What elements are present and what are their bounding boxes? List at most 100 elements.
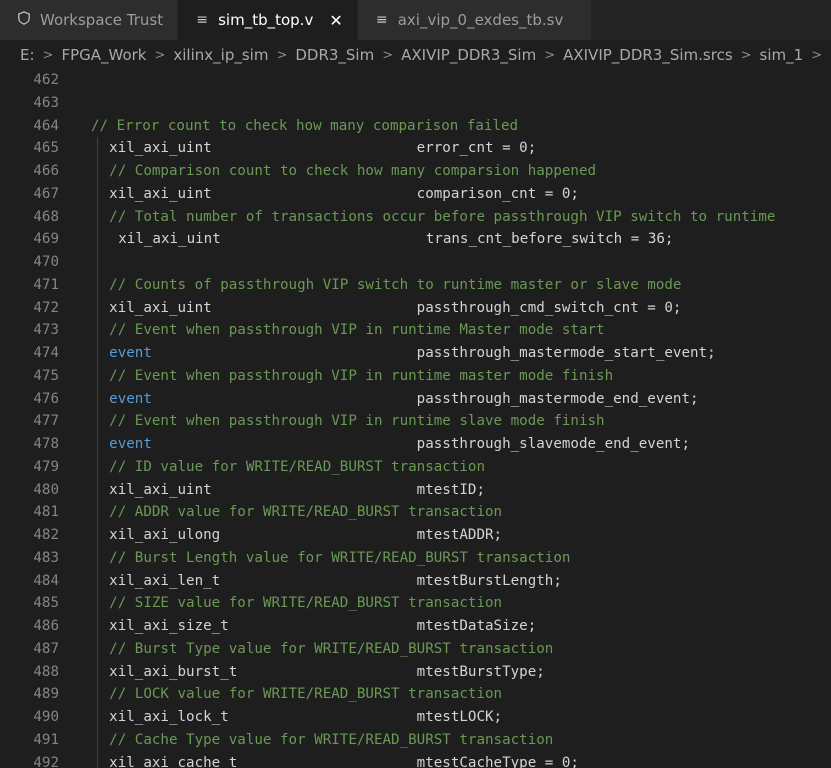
indent-guide [97,319,98,342]
line-number: 479 [33,458,59,475]
code-line[interactable]: 464 // Error count to check how many comp… [0,115,831,138]
breadcrumb-item[interactable]: E: [20,46,35,64]
code-line[interactable]: 481 // ADDR value for WRITE/READ_BURST tr… [0,501,831,524]
code-line[interactable]: 480 xil_axi_uint mtestID; [0,478,831,502]
line-number: 480 [33,481,59,498]
chevron-right-icon: > [811,47,823,63]
line-number: 465 [33,140,59,157]
chevron-right-icon: > [740,47,752,63]
line-number: 483 [33,549,59,566]
code-line[interactable]: 490 xil_axi_lock_t mtestLOCK; [0,706,831,729]
indent-guide [97,706,98,729]
line-number: 474 [33,345,59,361]
code-line[interactable]: 465 xil_axi_uint error_cnt = 0; [0,137,831,160]
code-line[interactable]: 471 // Counts of passthrough VIP switch t… [0,273,831,297]
line-number: 488 [33,663,59,680]
chevron-right-icon: > [544,47,556,63]
code-text: // Event when passthrough VIP in runtime… [109,367,614,384]
breadcrumb-item[interactable]: AXIVIP_DDR3_Sim [401,46,536,64]
code-line[interactable]: 475 // Event when passthrough VIP in runt… [0,364,831,388]
lines-file-icon: ≡ [375,12,388,28]
chevron-right-icon: > [276,47,288,63]
breadcrumb-item[interactable]: DDR3_Sim [295,46,374,64]
code-text: // ID value for WRITE/READ_BURST transac… [109,458,485,475]
code-line[interactable]: 477 // Event when passthrough VIP in runt… [0,410,831,433]
code-text: // Error count to check how many compari… [91,117,519,134]
line-number: 463 [33,94,59,111]
code-line[interactable]: 466 // Comparison count to check how many… [0,160,831,183]
code-line[interactable]: 468 // Total number of transactions occur… [0,205,831,229]
code-line[interactable]: 478 event passthrough_slavemode_end_event… [0,433,831,456]
code-rest: passthrough_slavemode_end_event; [151,436,690,452]
code-text: event passthrough_slavemode_end_event; [109,433,690,456]
indent-guide [97,387,98,411]
close-icon[interactable]: ✕ [329,11,342,30]
indent-guide [97,410,98,433]
code-line[interactable]: 483 // Burst Length value for WRITE/READ_… [0,546,831,570]
breadcrumb-item[interactable]: xilinx_ip_sim [173,46,268,64]
line-number: 477 [33,413,59,430]
line-number: 475 [33,367,59,384]
code-line[interactable]: 479 // ID value for WRITE/READ_BURST tran… [0,455,831,479]
tab-sim-tb-top[interactable]: ≡ sim_tb_top.v ✕ [178,0,358,40]
line-number: 489 [33,686,59,703]
code-text: // ADDR value for WRITE/READ_BURST trans… [109,504,503,521]
code-rest: passthrough_mastermode_start_event; [151,345,716,361]
code-text: xil_axi_uint trans_cnt_before_switch = 3… [118,231,674,248]
tab-label: axi_vip_0_exdes_tb.sv [397,11,564,29]
code-text: // Event when passthrough VIP in runtime… [109,322,605,339]
shield-icon [16,11,32,29]
tab-axi-vip-exdes-tb[interactable]: ≡ axi_vip_0_exdes_tb.sv [357,0,593,40]
code-line[interactable]: 485 // SIZE value for WRITE/READ_BURST tr… [0,592,831,615]
line-number: 469 [33,231,59,248]
line-number: 467 [33,185,59,202]
line-number: 471 [33,276,59,293]
breadcrumb-item[interactable]: AXIVIP_DDR3_Sim.srcs [563,46,733,64]
code-text: // Burst Type value for WRITE/READ_BURST… [109,640,554,657]
code-line[interactable]: 492 xil_axi_cache_t mtestCacheType = 0; [0,751,831,768]
indent-guide [97,182,98,206]
code-text: xil_axi_uint error_cnt = 0; [109,140,537,157]
line-number: 462 [33,72,59,88]
line-number: 478 [33,436,59,452]
code-line[interactable]: 470 [0,251,831,274]
code-text: xil_axi_cache_t mtestCacheType = 0; [109,754,579,768]
breadcrumb-item[interactable]: FPGA_Work [61,46,146,64]
line-number: 466 [33,163,59,179]
code-line[interactable]: 469 xil_axi_uint trans_cnt_before_switch … [0,228,831,251]
tab-label: Workspace Trust [40,11,164,29]
code-line[interactable]: 467 xil_axi_uint comparison_cnt = 0; [0,182,831,206]
code-text: // SIZE value for WRITE/READ_BURST trans… [109,595,503,612]
tab-workspace-trust[interactable]: Workspace Trust [0,0,179,40]
keyword: event [109,436,152,452]
indent-guide [97,342,98,365]
code-line[interactable]: 486 xil_axi_size_t mtestDataSize; [0,615,831,638]
code-text: xil_axi_lock_t mtestLOCK; [109,709,503,725]
code-line[interactable]: 463 [0,92,831,115]
code-line[interactable]: 488 xil_axi_burst_t mtestBurstType; [0,660,831,684]
code-editor[interactable]: 462 463 464 // Error count to check how man… [0,70,831,768]
code-line[interactable]: 472 xil_axi_uint passthrough_cmd_switch_c… [0,296,831,320]
code-line[interactable]: 462 [0,70,831,92]
indent-guide [97,137,98,160]
code-line[interactable]: 474 event passthrough_mastermode_start_ev… [0,342,831,365]
indent-guide [97,546,98,570]
line-number: 476 [33,390,59,407]
code-line[interactable]: 484 xil_axi_len_t mtestBurstLength; [0,569,831,593]
code-text: xil_axi_ulong mtestADDR; [109,527,503,543]
code-text: xil_axi_burst_t mtestBurstType; [109,663,545,680]
lines-file-icon: ≡ [196,12,208,28]
code-line[interactable]: 487 // Burst Type value for WRITE/READ_BU… [0,637,831,661]
code-line[interactable]: 491 // Cache Type value for WRITE/READ_BU… [0,728,831,752]
code-line[interactable]: 482 xil_axi_ulong mtestADDR; [0,524,831,547]
code-text: // Comparison count to check how many co… [109,163,597,179]
line-number: 482 [33,527,59,543]
code-line[interactable]: 489 // LOCK value for WRITE/READ_BURST tr… [0,683,831,706]
code-text: xil_axi_size_t mtestDataSize; [109,618,537,634]
indent-guide [97,751,98,768]
breadcrumb-item[interactable]: sim_1 [760,46,804,64]
indent-guide [97,296,98,320]
code-line[interactable]: 473 // Event when passthrough VIP in runt… [0,319,831,342]
indent-guide [97,251,98,274]
code-line[interactable]: 476 event passthrough_mastermode_end_even… [0,387,831,411]
